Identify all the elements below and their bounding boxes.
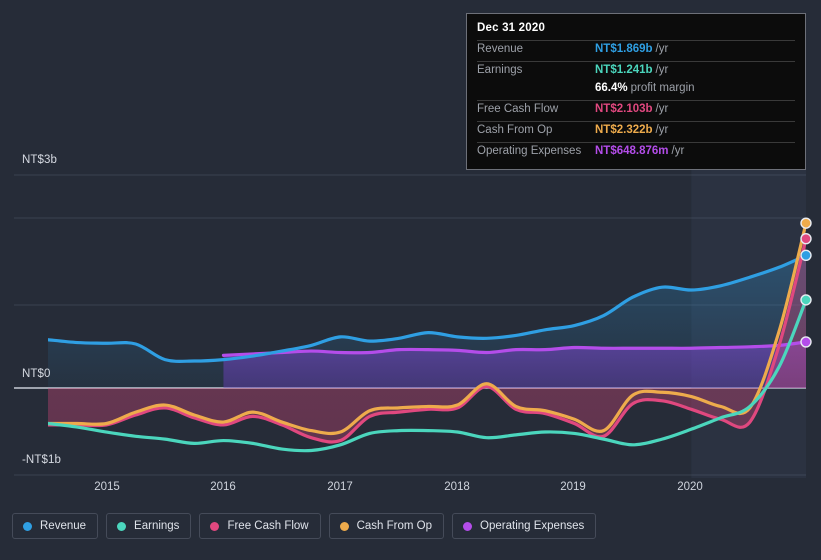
y-axis-label-2: -NT$1b bbox=[22, 454, 61, 466]
chart-legend[interactable]: Revenue Earnings Free Cash Flow Cash From O… bbox=[12, 513, 597, 539]
legend-dot-icon bbox=[463, 521, 473, 531]
x-axis-label-2018: 2018 bbox=[444, 481, 470, 493]
tooltip-row-unit: /yr bbox=[671, 145, 685, 157]
tooltip-row-unit: profit margin bbox=[630, 82, 695, 94]
legend-item-revenue[interactable]: Revenue bbox=[12, 513, 99, 539]
chart-page: NT$3b NT$0 -NT$1b 2015 2016 2017 2018 2019 2020… bbox=[0, 0, 821, 560]
legend-item-label: Earnings bbox=[134, 520, 180, 532]
tooltip-row: Revenue NT$1.869b/yr bbox=[477, 40, 795, 61]
tooltip-row-unit: /yr bbox=[655, 124, 669, 136]
tooltip-row-unit: /yr bbox=[655, 64, 669, 76]
legend-dot-icon bbox=[23, 521, 32, 531]
tooltip-row: Operating Expenses NT$648.876m/yr bbox=[477, 142, 795, 163]
tooltip-row-value: NT$648.876m/yr bbox=[595, 145, 685, 157]
tooltip-row-label: Revenue bbox=[477, 43, 524, 55]
tooltip-row-label: Free Cash Flow bbox=[477, 103, 559, 115]
legend-dot-icon bbox=[117, 521, 127, 531]
legend-item-label: Revenue bbox=[40, 520, 87, 532]
tooltip-date: Dec 31 2020 bbox=[477, 22, 546, 34]
tooltip-rows: Revenue NT$1.869b/yr Earnings NT$1.241b/yr 6… bbox=[477, 40, 795, 163]
y-axis-label-1: NT$0 bbox=[22, 368, 51, 380]
tooltip-row: 66.4% profit margin bbox=[477, 82, 795, 100]
legend-item-operating-expenses[interactable]: Operating Expenses bbox=[452, 513, 597, 539]
y-axis-label-0: NT$3b bbox=[22, 154, 58, 166]
legend-item-earnings[interactable]: Earnings bbox=[106, 513, 192, 539]
tooltip-row: Free Cash Flow NT$2.103b/yr bbox=[477, 100, 795, 121]
tooltip-row-label: Operating Expenses bbox=[477, 145, 582, 157]
tooltip-row: Cash From Op NT$2.322b/yr bbox=[477, 121, 795, 142]
legend-item-free-cash-flow[interactable]: Free Cash Flow bbox=[199, 513, 321, 539]
legend-item-label: Free Cash Flow bbox=[227, 520, 309, 532]
legend-dot-icon bbox=[339, 521, 349, 531]
tooltip-row-value: NT$1.869b/yr bbox=[595, 43, 669, 55]
tooltip-row-value: NT$1.241b/yr bbox=[595, 64, 669, 76]
x-axis-label-2016: 2016 bbox=[210, 481, 236, 493]
tooltip-row-unit: /yr bbox=[655, 43, 669, 55]
tooltip-row-value: NT$2.103b/yr bbox=[595, 103, 669, 115]
x-axis-label-2015: 2015 bbox=[94, 481, 120, 493]
tooltip-row-unit: /yr bbox=[655, 103, 669, 115]
tooltip-row-value: NT$2.322b/yr bbox=[595, 124, 669, 136]
x-axis-label-2019: 2019 bbox=[560, 481, 586, 493]
x-axis-label-2017: 2017 bbox=[327, 481, 353, 493]
tooltip-row-label: Earnings bbox=[477, 64, 523, 76]
tooltip-row-value: 66.4% profit margin bbox=[595, 82, 695, 94]
tooltip-row-label: Cash From Op bbox=[477, 124, 553, 136]
tooltip-row: Earnings NT$1.241b/yr bbox=[477, 61, 795, 82]
legend-dot-icon bbox=[210, 521, 220, 531]
data-tooltip: Dec 31 2020 Revenue NT$1.869b/yr Earnings N… bbox=[466, 13, 806, 170]
legend-item-label: Operating Expenses bbox=[480, 520, 585, 532]
legend-item-cash-from-op[interactable]: Cash From Op bbox=[328, 513, 445, 539]
legend-item-label: Cash From Op bbox=[356, 520, 433, 532]
x-axis-label-2020: 2020 bbox=[677, 481, 703, 493]
